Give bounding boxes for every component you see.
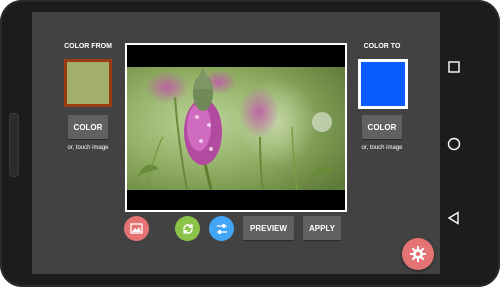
image-canvas[interactable]	[125, 43, 347, 212]
color-to-hint: or, touch image	[361, 145, 403, 151]
device-side-button	[9, 113, 19, 177]
flower-photo[interactable]	[127, 67, 345, 190]
preview-button[interactable]: PREVIEW	[243, 216, 294, 240]
square-icon[interactable]	[448, 61, 460, 73]
triangle-icon[interactable]	[447, 211, 461, 225]
color-to-button[interactable]: COLOR	[362, 115, 402, 139]
sliders-icon	[216, 223, 227, 234]
color-from-swatch[interactable]	[64, 59, 112, 107]
color-to-label: COLOR TO	[363, 43, 401, 50]
color-from-button[interactable]: COLOR	[68, 115, 108, 139]
color-to-swatch[interactable]	[358, 59, 408, 109]
color-from-label: COLOR FROM	[64, 43, 112, 50]
gear-icon	[410, 246, 426, 262]
app-screen: COLOR FROM COLOR or, touch image COLOR T…	[32, 12, 440, 274]
color-from-hint: or, touch image	[67, 145, 109, 151]
apply-button[interactable]: APPLY	[303, 216, 341, 240]
refresh-icon	[182, 223, 193, 234]
settings-button[interactable]	[402, 238, 434, 270]
gallery-button[interactable]	[124, 216, 149, 241]
refresh-button[interactable]	[175, 216, 200, 241]
image-icon	[130, 223, 143, 234]
device-frame: COLOR FROM COLOR or, touch image COLOR T…	[0, 0, 500, 287]
circle-icon[interactable]	[447, 137, 461, 151]
adjust-button[interactable]	[209, 216, 234, 241]
